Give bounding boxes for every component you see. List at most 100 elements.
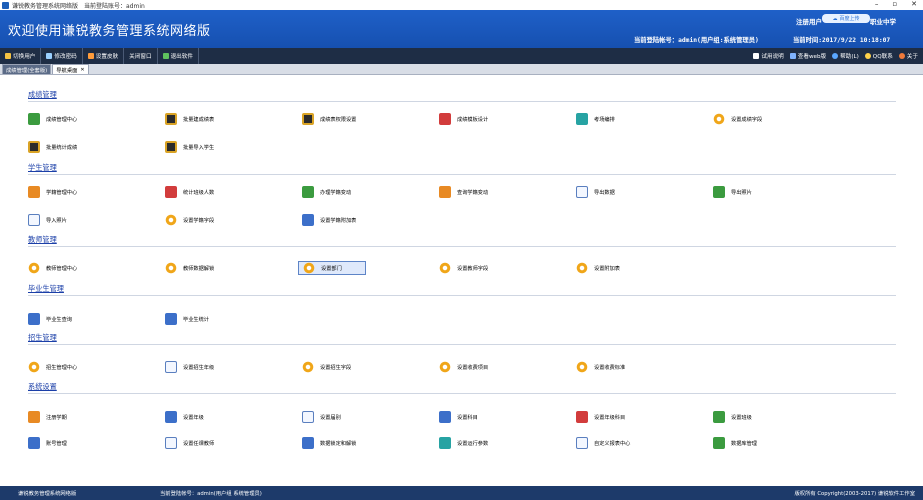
item-label: 设置年级 (183, 414, 204, 421)
magnifier-icon (302, 437, 314, 449)
item-label: 设置班级 (731, 414, 752, 421)
item-label: 导入照片 (46, 217, 67, 224)
item-label: 数据锁定和解锁 (320, 440, 357, 447)
batch-stat-grades-item[interactable]: 批量统计成绩 (28, 140, 77, 154)
help-button[interactable]: 帮助(L) (829, 48, 862, 64)
runtime-params-item[interactable]: 设置运行参数 (439, 436, 488, 450)
change-password-button[interactable]: 修改密码 (41, 48, 83, 64)
edit-icon (439, 411, 451, 423)
section-students-title: 学生管理 (28, 163, 57, 172)
export-photos-item[interactable]: 导出照片 (713, 185, 752, 199)
item-label: 批量导入学生 (183, 144, 215, 151)
section-divider (28, 101, 896, 102)
qq-contact-button[interactable]: QQ联系 (862, 48, 896, 64)
book-icon (28, 141, 40, 153)
item-label: 设置收费项目 (457, 364, 489, 371)
close-tab-icon[interactable]: ✕ (80, 67, 84, 73)
register-term-item[interactable]: 注册学期 (28, 410, 67, 424)
grade-table-permission-item[interactable]: 成绩表权限设置 (302, 112, 356, 126)
cohort-item[interactable]: 设置届别 (302, 410, 341, 424)
teacher-center-item[interactable]: 教师管理中心 (28, 261, 77, 275)
department-settings-item[interactable]: 设置部门 (298, 261, 366, 275)
graduate-stats-item[interactable]: 毕业生统计 (165, 312, 209, 326)
process-record-change-item[interactable]: 办理学籍变动 (302, 185, 351, 199)
form-icon (302, 214, 314, 226)
item-label: 批量建成绩表 (183, 116, 215, 123)
custom-report-center-item[interactable]: 自定义报表中心 (576, 436, 630, 450)
item-label: 设置届别 (320, 414, 341, 421)
batch-import-students-item[interactable]: 批量导入学生 (165, 140, 214, 154)
close-button[interactable]: ✕ (911, 0, 917, 8)
change-password-label: 修改密码 (54, 54, 77, 60)
class-item[interactable]: 设置班级 (713, 410, 752, 424)
enroll-grade-item[interactable]: 设置招生年级 (165, 360, 214, 374)
import-photos-item[interactable]: 导入照片 (28, 213, 67, 227)
gear-icon (165, 214, 177, 226)
section-grades-title: 成绩管理 (28, 90, 57, 99)
close-window-button[interactable]: 关闭窗口 (124, 48, 158, 64)
exit-button[interactable]: 退出软件 (158, 48, 199, 64)
table-icon (576, 186, 588, 198)
enroll-center-item[interactable]: 招生管理中心 (28, 360, 77, 374)
item-label: 办理学籍变动 (320, 189, 352, 196)
trial-info-button[interactable]: 试用说明 (750, 48, 786, 64)
teacher-icon (165, 437, 177, 449)
web-version-button[interactable]: 查看web版 (787, 48, 829, 64)
teacher-fields-item[interactable]: 设置教师字段 (439, 261, 488, 275)
database-management-item[interactable]: 数据库管理 (713, 436, 757, 450)
close-window-label: 关闭窗口 (129, 54, 152, 60)
fee-standard-item[interactable]: 设置收费标准 (576, 360, 625, 374)
grade-subject-item[interactable]: 设置年级科目 (576, 410, 625, 424)
skin-settings-button[interactable]: 设置皮肤 (83, 48, 125, 64)
qq-icon (864, 53, 871, 59)
item-label: 设置附加表 (594, 265, 620, 272)
section-divider (28, 174, 896, 175)
tab-nav-desktop[interactable]: 导航桌面 ✕ (52, 64, 89, 74)
section-teachers-title: 教师管理 (28, 235, 57, 244)
tab-grades[interactable]: 成绩管理(全套版) (2, 64, 52, 74)
student-fields-item[interactable]: 设置学籍字段 (165, 213, 214, 227)
item-label: 账号管理 (46, 440, 67, 447)
item-label: 数据库管理 (731, 440, 757, 447)
grade-level-item[interactable]: 设置年级 (165, 410, 204, 424)
item-label: 批量统计成绩 (46, 144, 78, 151)
enroll-fields-item[interactable]: 设置招生字段 (302, 360, 351, 374)
switch-user-label: 切换用户 (13, 54, 36, 60)
database-icon (713, 437, 725, 449)
export-data-item[interactable]: 导出数据 (576, 185, 615, 199)
book-icon (165, 113, 177, 125)
data-lock-item[interactable]: 数据锁定和解锁 (302, 436, 356, 450)
query-record-change-item[interactable]: 查询学籍变动 (439, 185, 488, 199)
batch-create-grade-table-item[interactable]: 批量建成绩表 (165, 112, 214, 126)
item-label: 成绩模板设计 (457, 116, 489, 123)
window-title: 谦锐教务管理系统网络版 当前登陆账号：admin (12, 2, 145, 10)
maximize-button[interactable]: ▫ (892, 0, 897, 8)
exam-room-arrange-item[interactable]: 考场编排 (576, 112, 615, 126)
grade-template-design-item[interactable]: 成绩模板设计 (439, 112, 488, 126)
teacher-extra-table-item[interactable]: 设置附加表 (576, 261, 620, 275)
item-label: 导出照片 (731, 189, 752, 196)
graduate-query-item[interactable]: 毕业生查询 (28, 312, 72, 326)
student-records-center-item[interactable]: 学籍管理中心 (28, 185, 77, 199)
assign-teachers-item[interactable]: 设置任课教师 (165, 436, 214, 450)
minimize-button[interactable]: – (875, 0, 879, 8)
trial-label: 试用说明 (761, 54, 784, 60)
switch-user-button[interactable]: 切换用户 (0, 48, 42, 64)
fee-items-item[interactable]: 设置收费项目 (439, 360, 488, 374)
tab-nav-desktop-label: 导航桌面 (56, 67, 78, 74)
about-button[interactable]: 关于 (896, 48, 921, 64)
teacher-data-unlock-item[interactable]: 教师数据解锁 (165, 261, 214, 275)
arrow-icon (302, 186, 314, 198)
item-label: 教师管理中心 (46, 265, 78, 272)
item-label: 学籍管理中心 (46, 189, 78, 196)
brush-icon (87, 53, 94, 59)
grade-fields-item[interactable]: 设置成绩字段 (713, 112, 762, 126)
item-label: 设置学籍附加表 (320, 217, 357, 224)
student-extra-table-item[interactable]: 设置学籍附加表 (302, 213, 356, 227)
subject-item[interactable]: 设置科目 (439, 410, 478, 424)
cursor-icon (753, 53, 760, 59)
class-headcount-item[interactable]: 统计班级人数 (165, 185, 214, 199)
account-management-item[interactable]: 账号管理 (28, 436, 67, 450)
current-time: 当前时间:2017/9/22 10:18:07 (793, 37, 891, 44)
grades-center-item[interactable]: 成绩管理中心 (28, 112, 77, 126)
